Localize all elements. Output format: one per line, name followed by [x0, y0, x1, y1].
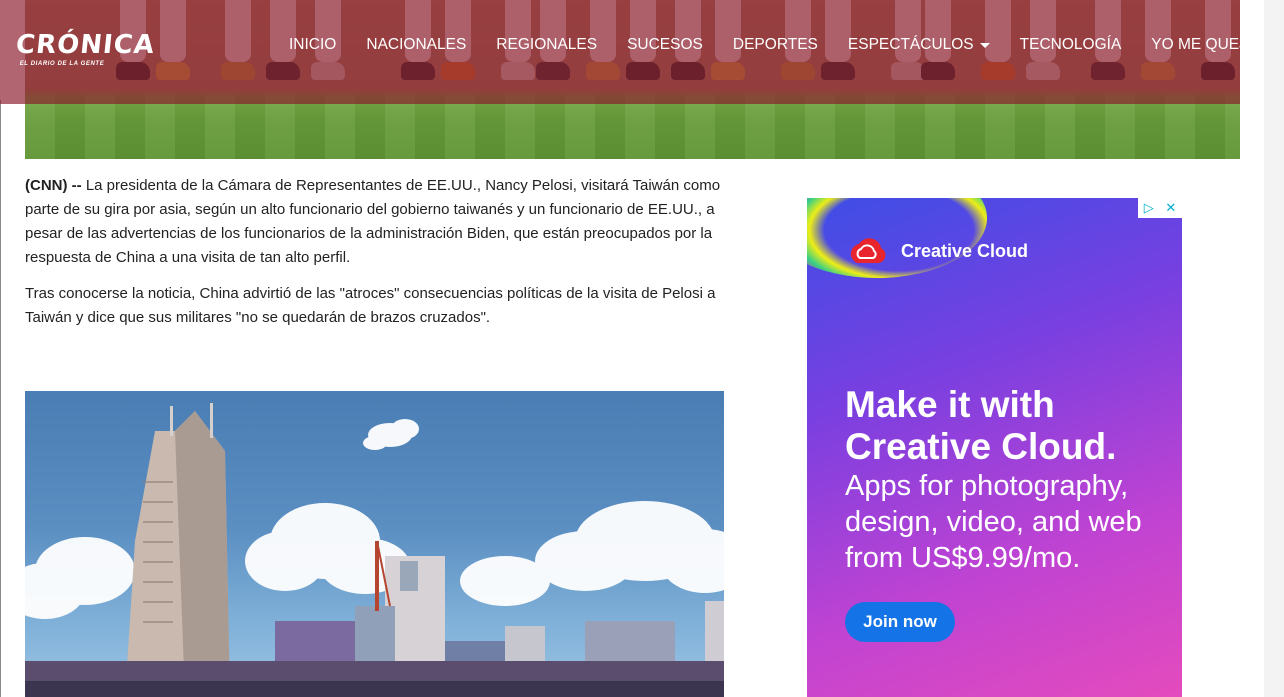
ad-subtext-line: design, video, and web: [845, 506, 1142, 538]
nav-item-nacionales[interactable]: NACIONALES: [351, 36, 481, 54]
nav-label: ESPECTÁCULOS: [847, 36, 974, 53]
article-paragraph-text: Tras conocerse la noticia, China advirti…: [25, 285, 716, 326]
scrollbar-gutter: [1264, 0, 1284, 697]
ad-headline-line: Make it with: [845, 384, 1055, 425]
nav-label: TECNOLOGÍA: [1019, 36, 1122, 53]
nav-item-sucesos[interactable]: SUCESOS: [612, 36, 718, 54]
creative-cloud-icon: [850, 238, 886, 263]
nav-label: YO ME QUEJO: [1151, 36, 1259, 53]
article-source: (CNN) --: [25, 177, 82, 194]
ad-headline-line: Creative Cloud.: [845, 426, 1117, 467]
logo-name: CRÓNICA: [14, 30, 157, 60]
join-now-button[interactable]: Join now: [845, 602, 955, 642]
ad-headline: Make it with Creative Cloud.: [845, 384, 1165, 468]
city-illustration: [25, 403, 724, 697]
main-nav: INICIO NACIONALES REGIONALES SUCESOS DEP…: [274, 32, 1274, 58]
ad-subtext-line: from US$9.99/mo.: [845, 542, 1081, 574]
adchoices-icon[interactable]: ▷: [1144, 200, 1154, 216]
nav-item-regionales[interactable]: REGIONALES: [481, 36, 612, 54]
ad-brand: Creative Cloud: [845, 235, 1028, 267]
ad-subtext-line: Apps for photography,: [845, 470, 1129, 502]
ad-subtext: Apps for photography, design, video, and…: [845, 468, 1175, 576]
hero-grass: [25, 95, 1240, 159]
nav-item-deportes[interactable]: DEPORTES: [718, 36, 833, 54]
advertisement[interactable]: ▷ ✕ Creative Cloud Make it with Creative…: [807, 198, 1182, 697]
article-image: [25, 391, 724, 697]
nav-label: NACIONALES: [366, 36, 467, 53]
nav-label: DEPORTES: [732, 36, 818, 53]
article-body: (CNN) -- La presidenta de la Cámara de R…: [25, 174, 725, 342]
nav-item-yo-me-quejo[interactable]: YO ME QUEJO: [1136, 36, 1274, 54]
ad-badge[interactable]: ▷ ✕: [1138, 198, 1182, 218]
navbar: CRÓNICA EL DIARIO DE LA GENTE INICIO NAC…: [0, 0, 1259, 104]
nav-item-inicio[interactable]: INICIO: [274, 36, 351, 54]
article-paragraph: (CNN) -- La presidenta de la Cámara de R…: [25, 174, 725, 270]
site-logo[interactable]: CRÓNICA EL DIARIO DE LA GENTE: [14, 30, 157, 72]
nav-label: REGIONALES: [496, 36, 598, 53]
dropdown-caret-icon: [979, 42, 990, 48]
article-paragraph: Tras conocerse la noticia, China advirti…: [25, 282, 725, 330]
close-icon[interactable]: ✕: [1165, 200, 1176, 216]
nav-item-espectaculos[interactable]: ESPECTÁCULOS: [833, 36, 1005, 54]
page-border: [0, 100, 1, 697]
ad-brand-name: Creative Cloud: [901, 240, 1029, 261]
logo-tagline: EL DIARIO DE LA GENTE: [19, 61, 105, 67]
nav-item-tecnologia[interactable]: TECNOLOGÍA: [1005, 36, 1137, 54]
nav-label: SUCESOS: [627, 36, 703, 53]
article-paragraph-text: La presidenta de la Cámara de Representa…: [25, 177, 721, 266]
nav-label: INICIO: [289, 36, 337, 53]
